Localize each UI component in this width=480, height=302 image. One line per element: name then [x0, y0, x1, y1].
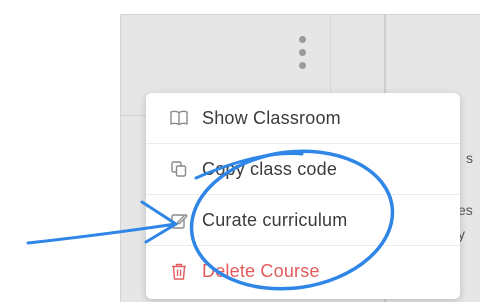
copy-icon	[170, 160, 188, 178]
trash-icon	[170, 262, 188, 280]
screenshot-stage: s es y Show Classroom Copy class code Cu…	[0, 0, 480, 302]
book-icon	[170, 109, 188, 127]
course-context-menu: Show Classroom Copy class code Curate cu…	[146, 93, 460, 299]
menu-item-curate-curriculum[interactable]: Curate curriculum	[146, 195, 460, 245]
menu-item-label: Show Classroom	[202, 107, 341, 128]
column-divider-secondary	[330, 14, 331, 94]
more-options-icon[interactable]	[297, 36, 307, 76]
menu-item-delete-course[interactable]: Delete Course	[146, 246, 460, 296]
menu-item-copy-class-code[interactable]: Copy class code	[146, 144, 460, 194]
background-text-fragment: s	[466, 150, 473, 166]
background-text-fragment: es	[458, 202, 473, 218]
menu-item-label: Copy class code	[202, 158, 338, 179]
menu-item-label: Curate curriculum	[202, 209, 348, 230]
edit-icon	[170, 211, 188, 229]
menu-item-show-classroom[interactable]: Show Classroom	[146, 93, 460, 143]
menu-item-label: Delete Course	[202, 260, 320, 281]
